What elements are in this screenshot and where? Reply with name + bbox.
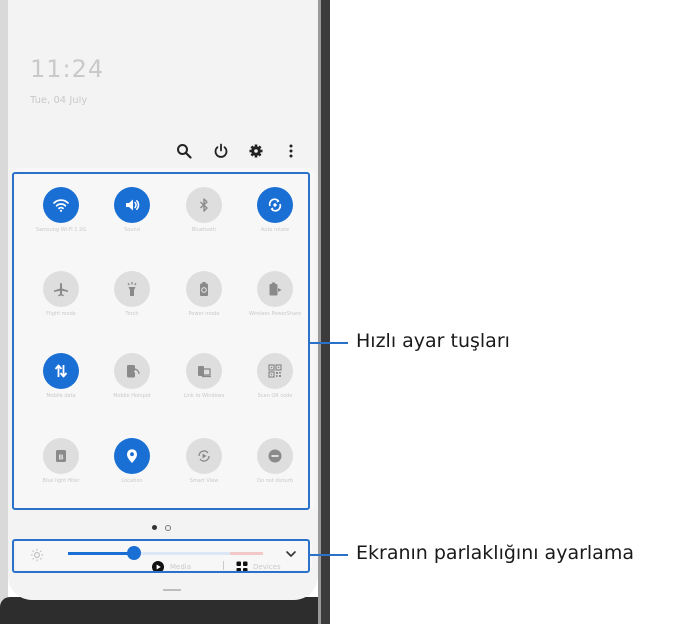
page-indicator[interactable] bbox=[152, 523, 182, 533]
brightness-leader-line bbox=[310, 554, 348, 556]
power-icon[interactable] bbox=[210, 140, 232, 162]
clock-time: 11:24 bbox=[30, 55, 105, 83]
more-options-icon[interactable] bbox=[280, 140, 302, 162]
quick-settings-highlight bbox=[12, 172, 310, 510]
phone-right-bezel bbox=[318, 0, 330, 624]
search-icon[interactable] bbox=[173, 140, 195, 162]
phone-bottom-bezel bbox=[0, 597, 330, 624]
clock-date: Tue, 04 July bbox=[30, 95, 88, 106]
brightness-highlight bbox=[12, 539, 310, 573]
quick-settings-leader-line bbox=[310, 342, 348, 344]
page-dot bbox=[165, 525, 171, 531]
panel-top-icons bbox=[8, 140, 318, 162]
page-dot-active bbox=[152, 525, 157, 530]
quick-settings-callout-label: Hızlı ayar tuşları bbox=[356, 330, 510, 352]
panel-drag-handle[interactable] bbox=[163, 589, 181, 591]
phone-left-bezel bbox=[0, 0, 8, 624]
brightness-callout-label: Ekranın parlaklığını ayarlama bbox=[356, 542, 634, 564]
settings-icon[interactable] bbox=[245, 140, 267, 162]
